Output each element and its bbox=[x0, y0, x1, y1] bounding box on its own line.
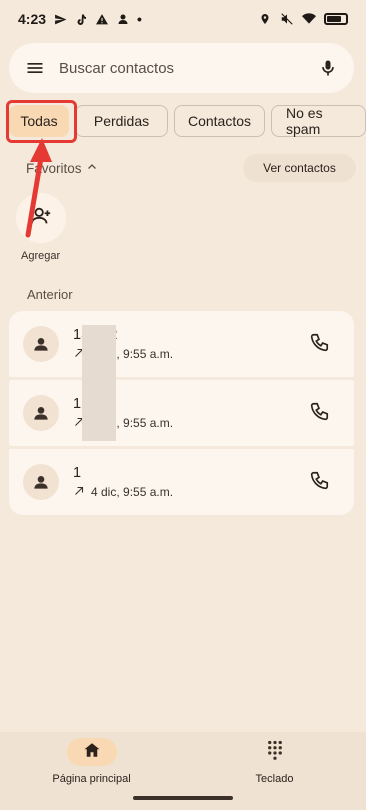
wifi-icon bbox=[302, 12, 316, 26]
location-icon bbox=[258, 12, 272, 26]
search-bar[interactable]: Buscar contactos bbox=[9, 43, 354, 93]
nav-keypad-label: Teclado bbox=[255, 773, 294, 785]
phone-icon[interactable] bbox=[308, 470, 332, 494]
menu-icon[interactable] bbox=[25, 58, 45, 78]
status-bar: 4:23 • bbox=[0, 0, 366, 38]
phone-icon[interactable] bbox=[308, 332, 332, 356]
mic-icon[interactable] bbox=[318, 58, 338, 78]
send-icon bbox=[53, 12, 67, 26]
home-indicator bbox=[133, 796, 233, 800]
avatar bbox=[23, 395, 59, 431]
redaction-block bbox=[82, 325, 116, 361]
call-detail: 4 dic, 9:55 a.m. bbox=[91, 485, 174, 499]
outgoing-call-icon bbox=[73, 485, 85, 500]
avatar bbox=[23, 464, 59, 500]
chip-contactos[interactable]: Contactos bbox=[174, 105, 265, 137]
mute-icon bbox=[280, 12, 294, 26]
nav-home-label: Página principal bbox=[52, 773, 131, 785]
add-favorite-label: Agregar bbox=[21, 250, 61, 262]
redaction-block bbox=[82, 361, 116, 441]
warning-icon bbox=[95, 12, 109, 26]
phone-icon[interactable] bbox=[308, 401, 332, 425]
chip-perdidas[interactable]: Perdidas bbox=[75, 105, 168, 137]
call-item[interactable]: 13 682 4 dic, 9:55 a.m. bbox=[9, 311, 354, 377]
keypad-pill bbox=[250, 738, 300, 766]
chevron-up-icon bbox=[86, 161, 98, 176]
search-input[interactable]: Buscar contactos bbox=[59, 60, 318, 77]
chip-no-es-spam[interactable]: No es spam bbox=[271, 105, 366, 137]
dialpad-icon bbox=[266, 740, 284, 765]
call-item[interactable]: 1 4 dic, 9:55 a.m. bbox=[9, 449, 354, 515]
annotation-arrow-icon bbox=[25, 138, 52, 238]
battery-icon bbox=[324, 13, 348, 25]
section-label-anterior: Anterior bbox=[27, 287, 73, 302]
home-pill bbox=[66, 738, 117, 766]
tiktok-icon bbox=[74, 12, 88, 26]
status-dot: • bbox=[137, 11, 142, 27]
home-icon bbox=[83, 741, 101, 764]
account-icon bbox=[116, 12, 130, 26]
call-item[interactable]: 1 4 dic, 9:55 a.m. bbox=[9, 380, 354, 446]
call-number: 1 bbox=[73, 464, 82, 481]
ver-contactos-button[interactable]: Ver contactos bbox=[243, 154, 356, 182]
favorites-header: Favoritos Ver contactos bbox=[26, 154, 356, 182]
avatar bbox=[23, 326, 59, 362]
status-time: 4:23 bbox=[18, 11, 47, 27]
